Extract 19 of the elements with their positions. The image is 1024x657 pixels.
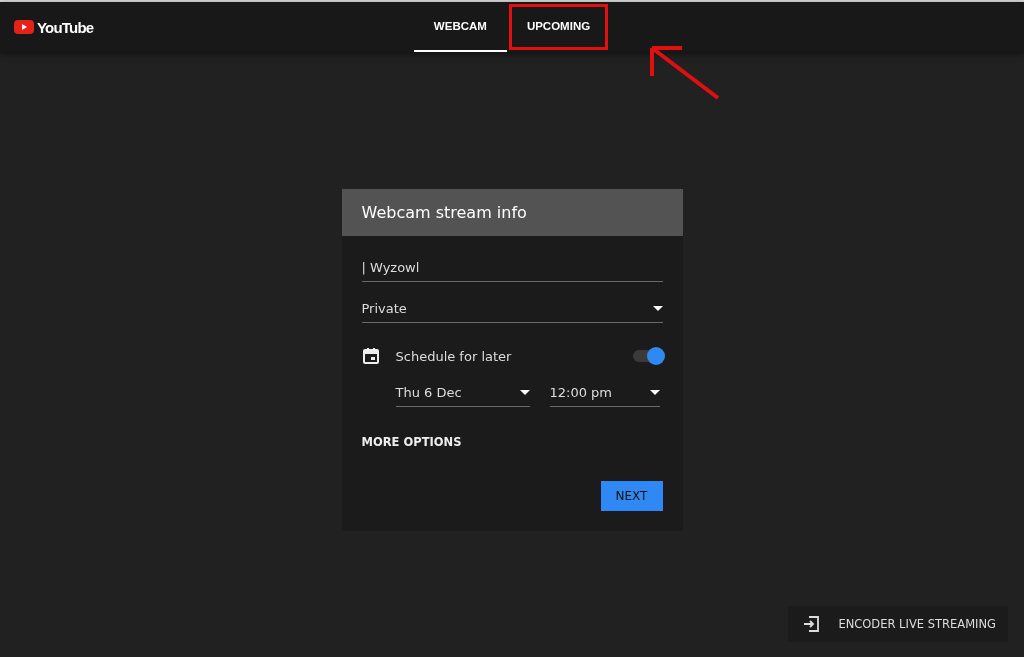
calendar-icon — [361, 347, 380, 365]
schedule-toggle[interactable] — [632, 350, 663, 362]
dropdown-caret-icon — [649, 390, 660, 395]
date-dropdown[interactable]: Thu 6 Dec — [395, 379, 530, 407]
encoder-live-streaming-button[interactable]: ENCODER LIVE STREAMING — [788, 606, 1008, 642]
schedule-label: Schedule for later — [395, 348, 513, 364]
dropdown-caret-icon — [652, 306, 663, 311]
more-options-button[interactable]: MORE OPTIONS — [361, 435, 462, 449]
tab[interactable]: WEBCAM — [413, 2, 507, 52]
play-logo-icon — [14, 20, 34, 34]
dialog-title: Webcam stream info — [341, 189, 683, 236]
time-dropdown[interactable]: 12:00 pm — [549, 379, 660, 407]
next-button[interactable]: NEXT — [600, 481, 663, 511]
sign-in-icon — [802, 615, 821, 633]
logo-text: YouTube — [37, 18, 94, 36]
privacy-dropdown[interactable]: Private — [361, 295, 663, 323]
tab[interactable]: UPCOMING — [506, 2, 611, 52]
title-input-field[interactable]: | Wyzowl — [361, 254, 663, 282]
dropdown-caret-icon — [519, 390, 530, 395]
